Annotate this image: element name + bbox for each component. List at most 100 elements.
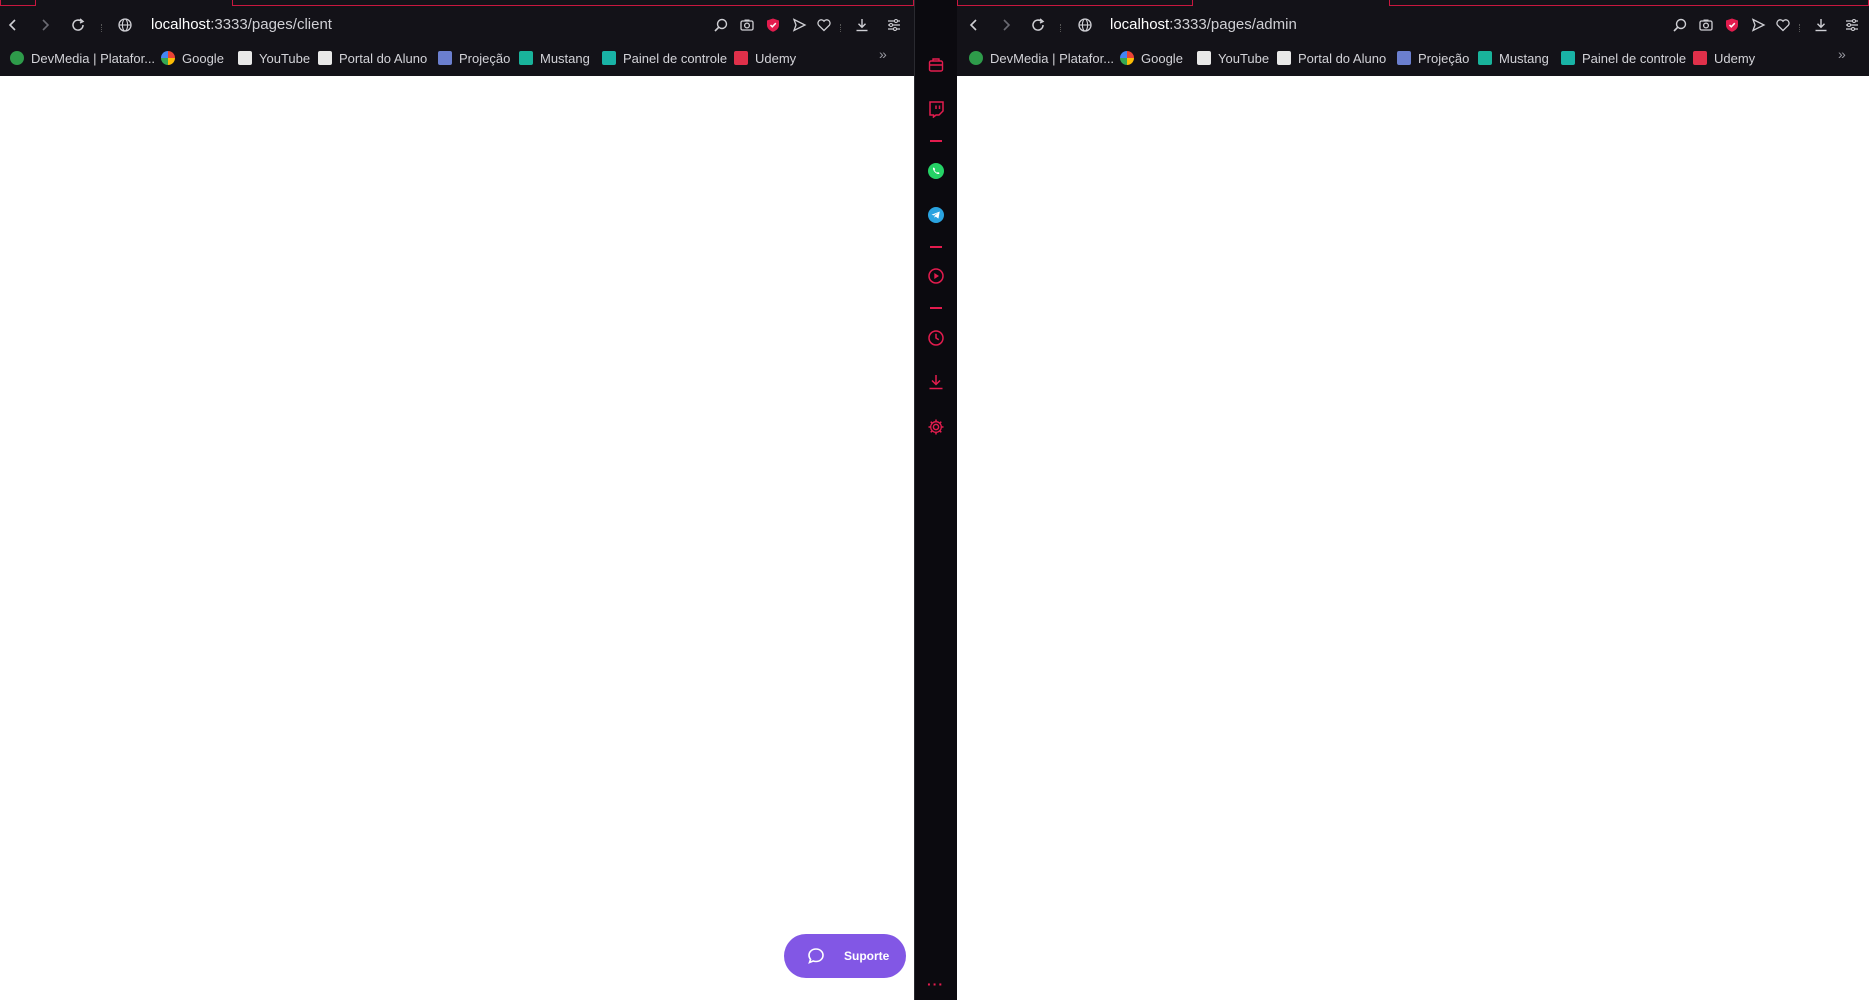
- bookmark-item[interactable]: Painel de controle: [602, 48, 727, 68]
- tab[interactable]: [1389, 0, 1869, 6]
- bookmarks-overflow-button[interactable]: »: [879, 46, 887, 62]
- tab-strip: [0, 0, 914, 6]
- forward-icon[interactable]: [32, 12, 58, 38]
- reload-icon[interactable]: [65, 12, 91, 38]
- bookmark-item[interactable]: Portal do Aluno: [1277, 48, 1386, 68]
- bookmark-label: DevMedia | Platafor...: [990, 50, 1115, 66]
- workspaces-icon[interactable]: [926, 55, 946, 75]
- camera-icon[interactable]: [734, 12, 760, 38]
- search-icon[interactable]: [1667, 12, 1693, 38]
- tab-strip: [957, 0, 1869, 6]
- sidebar-more-button[interactable]: ···: [927, 976, 944, 992]
- back-icon[interactable]: [0, 12, 26, 38]
- bookmarks-bar: DevMedia | Platafor... Google YouTube Porta…: [0, 44, 914, 72]
- download-icon[interactable]: [849, 12, 875, 38]
- downloads-icon[interactable]: [926, 372, 946, 392]
- bookmark-item[interactable]: Projeção: [1397, 48, 1469, 68]
- download-icon[interactable]: [1808, 12, 1834, 38]
- bookmark-label: Portal do Aluno: [339, 50, 428, 66]
- history-icon[interactable]: [926, 328, 946, 348]
- bookmark-label: Udemy: [755, 50, 797, 66]
- sidebar-divider: [930, 140, 942, 142]
- bookmark-label: Painel de controle: [623, 50, 728, 66]
- player-icon[interactable]: [926, 266, 946, 286]
- bookmark-item[interactable]: DevMedia | Platafor...: [10, 48, 155, 68]
- sidebar-divider: [930, 246, 942, 248]
- whatsapp-icon[interactable]: [926, 161, 946, 181]
- bookmark-item[interactable]: DevMedia | Platafor...: [969, 48, 1114, 68]
- tab[interactable]: [0, 0, 36, 6]
- sidebar-divider: [930, 307, 942, 309]
- url-path: :3333/pages/admin: [1169, 16, 1297, 33]
- settings-icon[interactable]: [926, 417, 946, 437]
- twitch-icon[interactable]: [926, 99, 946, 119]
- page-icon: [238, 51, 252, 65]
- globe-icon[interactable]: [1072, 12, 1098, 38]
- send-icon[interactable]: [1745, 12, 1771, 38]
- url-host: localhost: [1110, 16, 1170, 33]
- devmedia-icon: [10, 51, 24, 65]
- google-icon: [1120, 51, 1134, 65]
- separator: [1799, 24, 1801, 32]
- tab[interactable]: [232, 0, 914, 6]
- globe-icon[interactable]: [112, 12, 138, 38]
- bookmark-item[interactable]: Mustang: [519, 48, 590, 68]
- projecao-icon: [1397, 51, 1411, 65]
- browser-sidebar: ···: [914, 0, 957, 1000]
- telegram-icon[interactable]: [926, 205, 946, 225]
- admin-browser-window: localhost:3333/pages/admin DevMedia | Pl…: [957, 0, 1869, 1000]
- bookmark-label: YouTube: [259, 50, 311, 66]
- page-icon: [1197, 51, 1211, 65]
- search-icon[interactable]: [708, 12, 734, 38]
- address-bar-row: localhost:3333/pages/client: [0, 8, 914, 42]
- bookmarks-overflow-button[interactable]: »: [1838, 46, 1846, 62]
- address-bar-row: localhost:3333/pages/admin: [957, 8, 1869, 42]
- google-icon: [161, 51, 175, 65]
- page-icon: [1277, 51, 1291, 65]
- adblock-shield-icon[interactable]: [760, 12, 786, 38]
- admin-page: [957, 76, 1869, 1000]
- bookmark-label: Portal do Aluno: [1298, 50, 1387, 66]
- camera-icon[interactable]: [1693, 12, 1719, 38]
- support-button[interactable]: Suporte: [784, 934, 906, 978]
- browser-chrome: localhost:3333/pages/client DevMedia | P…: [0, 0, 914, 76]
- forward-icon[interactable]: [993, 12, 1019, 38]
- udemy-icon: [1693, 51, 1707, 65]
- bookmark-item[interactable]: Mustang: [1478, 48, 1549, 68]
- client-browser-window: localhost:3333/pages/client DevMedia | P…: [0, 0, 914, 1000]
- devmedia-icon: [969, 51, 983, 65]
- bookmark-item[interactable]: Google: [1120, 48, 1183, 68]
- client-page: [0, 76, 914, 1000]
- url-path: :3333/pages/client: [210, 16, 332, 33]
- tab[interactable]: [957, 0, 1193, 6]
- projecao-icon: [438, 51, 452, 65]
- bookmark-label: Google: [182, 50, 224, 66]
- easy-setup-icon[interactable]: [881, 12, 907, 38]
- bookmark-item[interactable]: Google: [161, 48, 224, 68]
- url-field[interactable]: localhost:3333/pages/client: [151, 16, 332, 33]
- back-icon[interactable]: [961, 12, 987, 38]
- adblock-shield-icon[interactable]: [1719, 12, 1745, 38]
- send-icon[interactable]: [786, 12, 812, 38]
- url-host: localhost: [151, 16, 211, 33]
- bookmark-label: YouTube: [1218, 50, 1270, 66]
- bookmark-label: Udemy: [1714, 50, 1756, 66]
- bookmark-label: Painel de controle: [1582, 50, 1687, 66]
- bookmark-item[interactable]: Projeção: [438, 48, 510, 68]
- bookmark-item[interactable]: Portal do Aluno: [318, 48, 427, 68]
- bookmark-item[interactable]: Painel de controle: [1561, 48, 1686, 68]
- mustang-icon: [519, 51, 533, 65]
- easy-setup-icon[interactable]: [1839, 12, 1865, 38]
- support-button-label: Suporte: [844, 949, 890, 963]
- bookmark-label: Google: [1141, 50, 1183, 66]
- bookmark-item[interactable]: Udemy: [734, 48, 796, 68]
- bookmark-item[interactable]: YouTube: [1197, 48, 1269, 68]
- bookmarks-bar: DevMedia | Platafor... Google YouTube Porta…: [957, 44, 1869, 72]
- url-field[interactable]: localhost:3333/pages/admin: [1110, 16, 1297, 33]
- bookmark-item[interactable]: YouTube: [238, 48, 310, 68]
- bookmark-item[interactable]: Udemy: [1693, 48, 1755, 68]
- heart-icon[interactable]: [1770, 12, 1796, 38]
- udemy-icon: [734, 51, 748, 65]
- heart-icon[interactable]: [811, 12, 837, 38]
- reload-icon[interactable]: [1025, 12, 1051, 38]
